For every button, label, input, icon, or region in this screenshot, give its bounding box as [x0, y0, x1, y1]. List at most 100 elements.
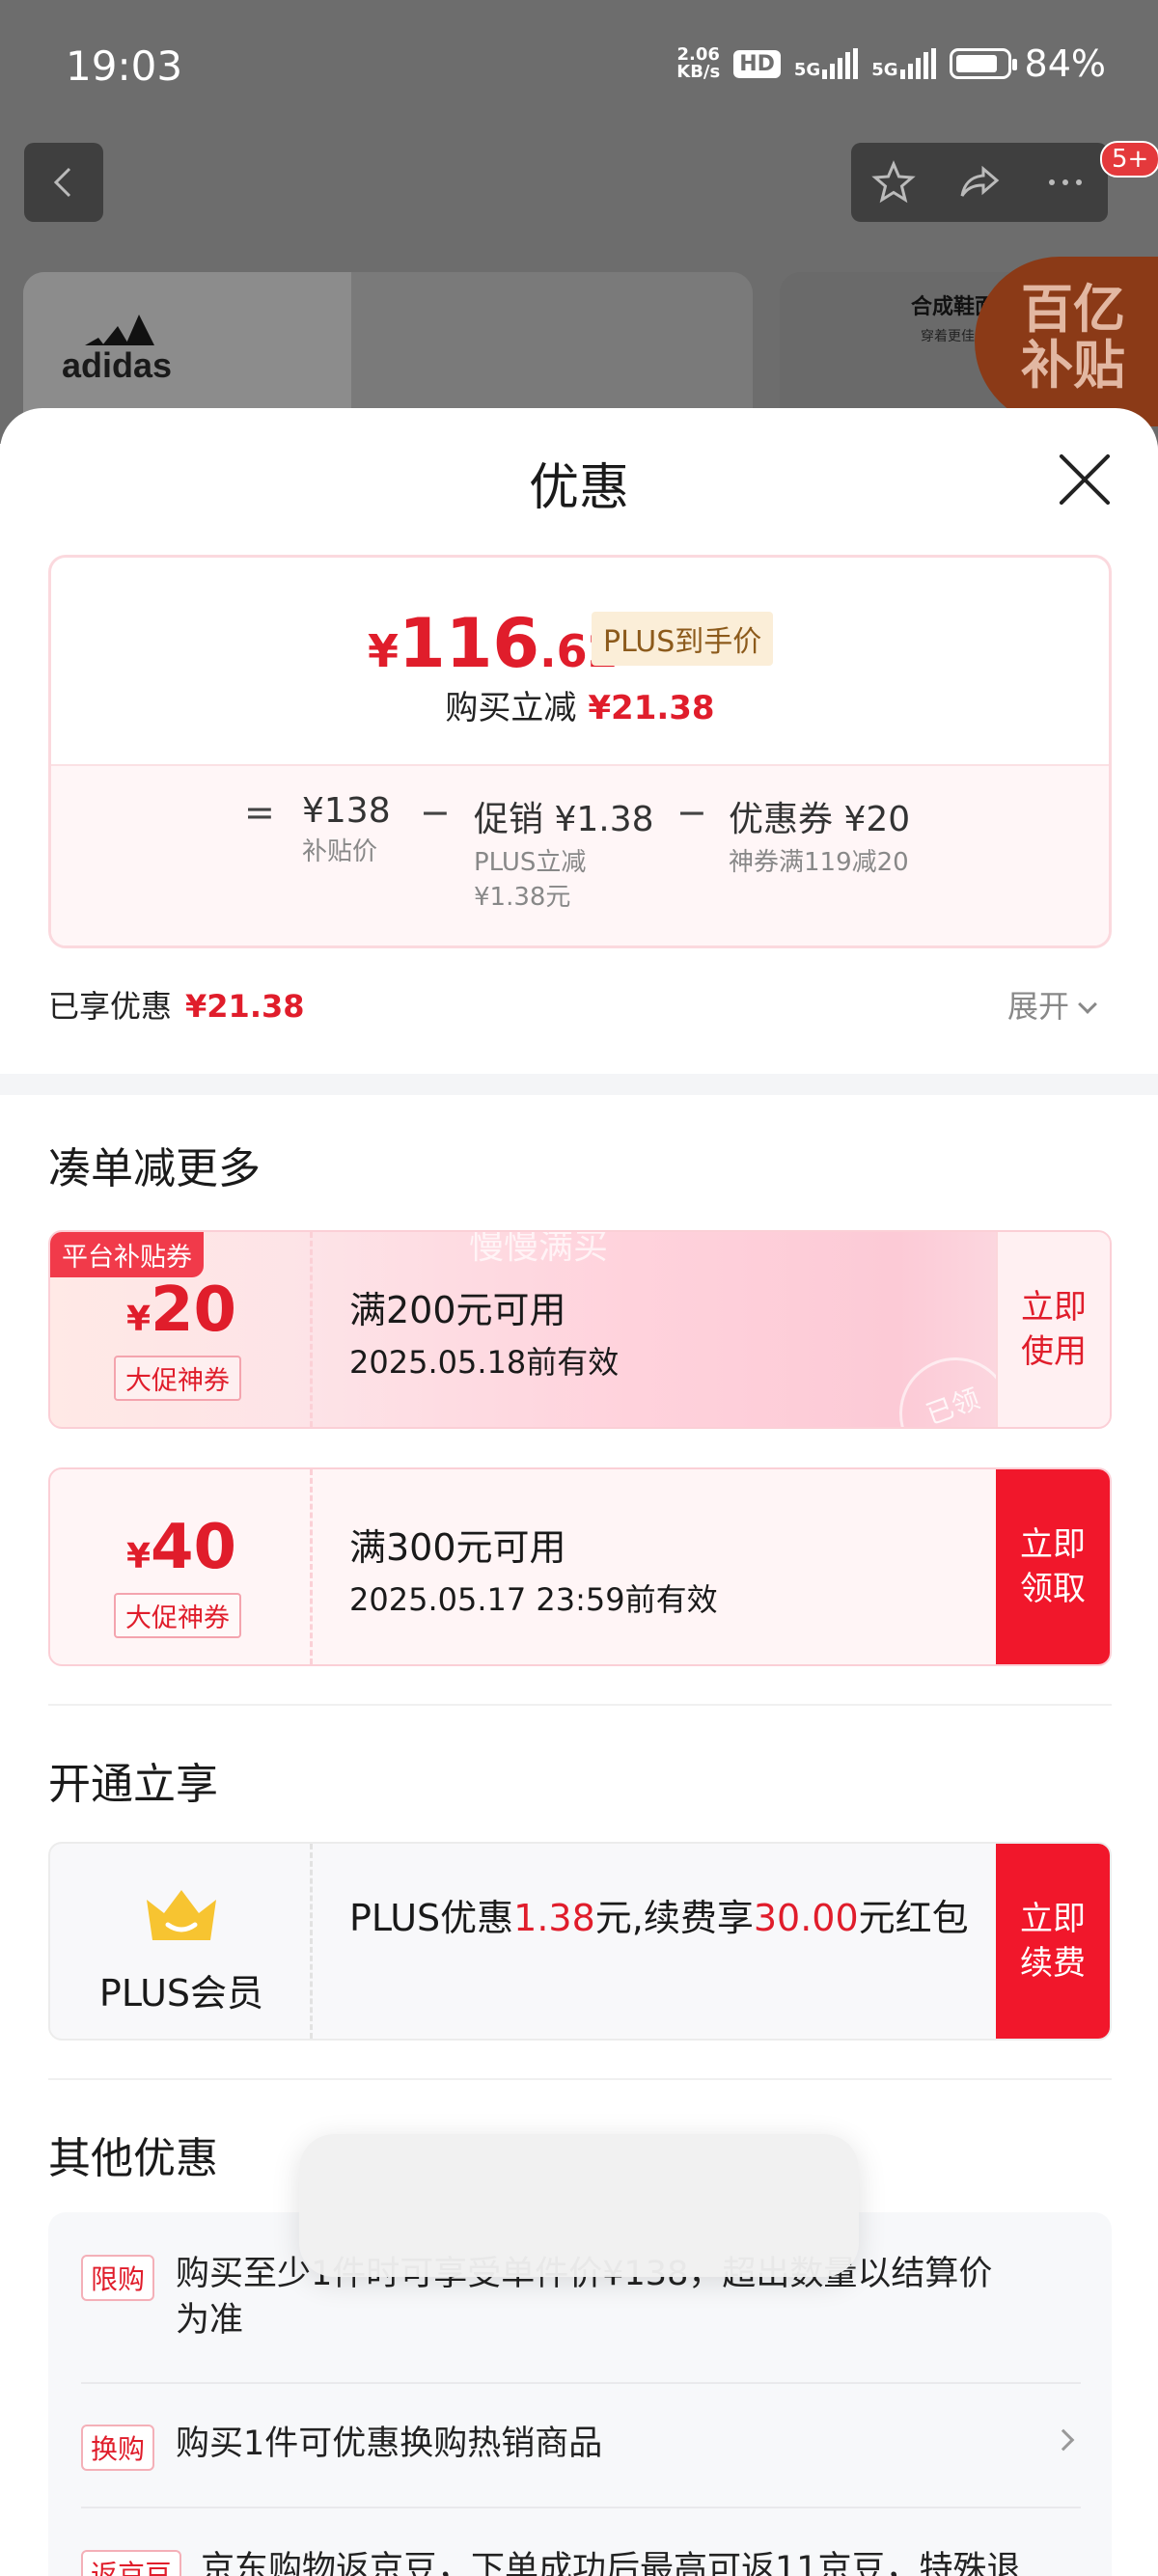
- plus-price-tag: PLUS到手价: [592, 612, 774, 666]
- coupon-symbol: ¥: [125, 1537, 151, 1576]
- network-speed: 2.06 KB/s: [676, 46, 720, 81]
- coupon-item: 优惠券 ¥20 神券满119减20: [729, 791, 910, 880]
- offer-text: 京东购物返京豆，下单成功后最高可返11京豆，特殊退: [201, 2550, 1021, 2576]
- plus-text-1: PLUS优惠: [349, 1897, 514, 1939]
- offer-tag: 换购: [81, 2425, 155, 2471]
- other-section-title: 其他优惠: [48, 2134, 218, 2183]
- status-time: 19:03: [66, 42, 183, 90]
- plus-text-3: 元红包: [858, 1897, 969, 1939]
- coupon-card-2: ¥40 大促神券 满300元可用 2025.05.17 23:59前有效 立即领…: [48, 1467, 1112, 1666]
- offer-tag: 限购: [81, 2255, 155, 2301]
- plus-text-2: 元,续费享: [594, 1897, 754, 1939]
- chevron-left-icon: [53, 167, 71, 198]
- coupon-value: ¥20: [50, 1274, 313, 1346]
- star-icon[interactable]: [870, 159, 917, 206]
- coupon-symbol: ¥: [125, 1300, 151, 1339]
- back-button[interactable]: [24, 143, 103, 222]
- sim1-label: 5G: [793, 60, 821, 80]
- equals-sign: =: [244, 791, 275, 834]
- promo-sub-2: ¥1.38元: [474, 883, 571, 912]
- enjoyed-discount: 已享优惠 ¥21.38: [48, 982, 305, 1027]
- coupon-validity: 2025.05.17 23:59前有效: [349, 1581, 718, 1618]
- final-price-integer: 116: [399, 604, 540, 683]
- offer-text: 购买1件可优惠换购热销商品: [176, 2425, 603, 2463]
- enjoyed-label: 已享优惠: [48, 988, 173, 1025]
- close-icon[interactable]: [1058, 452, 1112, 507]
- combine-section-title: 凑单减更多: [48, 1144, 261, 1193]
- status-indicators: 2.06 KB/s HD 5G 5G 84%: [676, 42, 1106, 85]
- coupon-validity: 2025.05.18前有效: [349, 1344, 620, 1381]
- feature-subtitle: 穿着更佳: [921, 329, 975, 344]
- sheet-title: 优惠: [528, 459, 629, 517]
- promo-item: 促销 ¥1.38 PLUS立减 ¥1.38元: [474, 791, 654, 915]
- list-item: 返京豆 京东购物返京豆，下单成功后最高可返11京豆，特殊退: [81, 2546, 1081, 2576]
- hd-icon: HD: [733, 49, 781, 78]
- coupon-card-1: 慢慢满买 已领 平台补贴券 ¥20 大促神券 满200元可用 2025.05.1…: [48, 1230, 1112, 1429]
- platform-subsidy-tag: 平台补贴券: [50, 1232, 204, 1277]
- final-price-symbol: ¥: [368, 625, 400, 677]
- minus-sign-1: −: [420, 791, 451, 834]
- coupon-sub: 神券满119减20: [729, 848, 909, 877]
- row-divider: [81, 2507, 1081, 2508]
- plus-section-title: 开通立享: [48, 1760, 218, 1809]
- status-bar: 19:03 2.06 KB/s HD 5G 5G 84%: [0, 0, 1158, 135]
- row-divider: [81, 2382, 1081, 2384]
- coupon-condition: 满200元可用: [349, 1289, 566, 1331]
- coupon-value-area: 平台补贴券 ¥20 大促神券: [50, 1232, 313, 1427]
- coupon-watermark: 慢慢满买: [469, 1230, 609, 1267]
- base-price: ¥138: [302, 791, 391, 831]
- crown-icon: [147, 1890, 216, 1940]
- buy-discount-line: 购买立减 ¥21.38: [51, 681, 1109, 728]
- coupon-number: 40: [151, 1512, 237, 1583]
- share-icon[interactable]: [956, 159, 1003, 206]
- minus-sign-2: −: [676, 791, 707, 834]
- chevron-right-icon: [1052, 2428, 1075, 2452]
- price-breakdown-box: ¥116.62 PLUS到手价 购买立减 ¥21.38 = ¥138 补贴价 − …: [48, 555, 1112, 948]
- price-formula-area: = ¥138 补贴价 − 促销 ¥1.38 PLUS立减 ¥1.38元 − 优惠…: [51, 764, 1109, 945]
- base-price-item: ¥138 补贴价: [302, 791, 391, 869]
- more-icon[interactable]: [1042, 159, 1089, 206]
- claim-now-line-2: 领取: [1020, 1570, 1086, 1608]
- section-divider-thin: [48, 2078, 1112, 2080]
- price-formula: = ¥138 补贴价 − 促销 ¥1.38 PLUS立减 ¥1.38元 − 优惠…: [51, 791, 1109, 936]
- renew-now-button[interactable]: 立即 续费: [996, 1844, 1110, 2039]
- brand-logo-text: adidas: [62, 345, 173, 385]
- top-actions: [851, 143, 1108, 222]
- section-divider: [0, 1074, 1158, 1095]
- signal-icon-1: 5G: [793, 48, 859, 80]
- plus-benefit-text: PLUS优惠1.38元,续费享30.00元红包: [349, 1892, 977, 1944]
- battery-icon: [949, 48, 1017, 79]
- subsidy-badge: 百亿 补贴: [975, 257, 1158, 426]
- plus-member-card: PLUS会员 PLUS优惠1.38元,续费享30.00元红包 立即续费: [48, 1842, 1112, 2041]
- buy-discount-value: ¥21.38: [588, 689, 715, 727]
- coupon-amount: 优惠券 ¥20: [729, 800, 911, 839]
- coupon-type-tag: 大促神券: [114, 1356, 241, 1401]
- coupon-value: ¥40: [50, 1512, 313, 1583]
- coupon-condition: 满300元可用: [349, 1526, 566, 1569]
- use-now-button[interactable]: 立即 使用: [996, 1232, 1110, 1427]
- plus-value-1: 1.38: [513, 1897, 595, 1939]
- coupon-value-area: ¥40 大促神券: [50, 1469, 313, 1664]
- list-item-exchange[interactable]: 换购 购买1件可优惠换购热销商品: [81, 2421, 1081, 2479]
- sim2-label: 5G: [871, 60, 898, 80]
- claim-now-button[interactable]: 立即 领取: [996, 1469, 1110, 1664]
- section-divider-thin: [48, 1704, 1112, 1706]
- buy-discount-label: 购买立减: [445, 689, 577, 727]
- plus-member-name: PLUS会员: [98, 1972, 264, 2014]
- renew-line-1: 立即: [1020, 1900, 1086, 1938]
- expand-label: 展开: [1007, 988, 1070, 1025]
- signal-icon-2: 5G: [871, 48, 936, 80]
- more-badge: 5+: [1100, 141, 1158, 178]
- coupon-number: 20: [151, 1274, 237, 1346]
- use-now-line-2: 使用: [1021, 1332, 1087, 1371]
- expand-button[interactable]: 展开: [1007, 982, 1097, 1027]
- plus-value-2: 30.00: [753, 1897, 859, 1939]
- renew-line-2: 续费: [1020, 1944, 1086, 1983]
- adidas-logo-icon: [85, 315, 154, 345]
- offer-tag: 返京豆: [81, 2550, 182, 2576]
- subsidy-line-1: 百亿: [1021, 279, 1125, 340]
- toast-overlay: [299, 2134, 859, 2277]
- promo-amount: 促销 ¥1.38: [474, 800, 654, 839]
- use-now-line-1: 立即: [1021, 1288, 1087, 1327]
- coupon-type-tag: 大促神券: [114, 1593, 241, 1638]
